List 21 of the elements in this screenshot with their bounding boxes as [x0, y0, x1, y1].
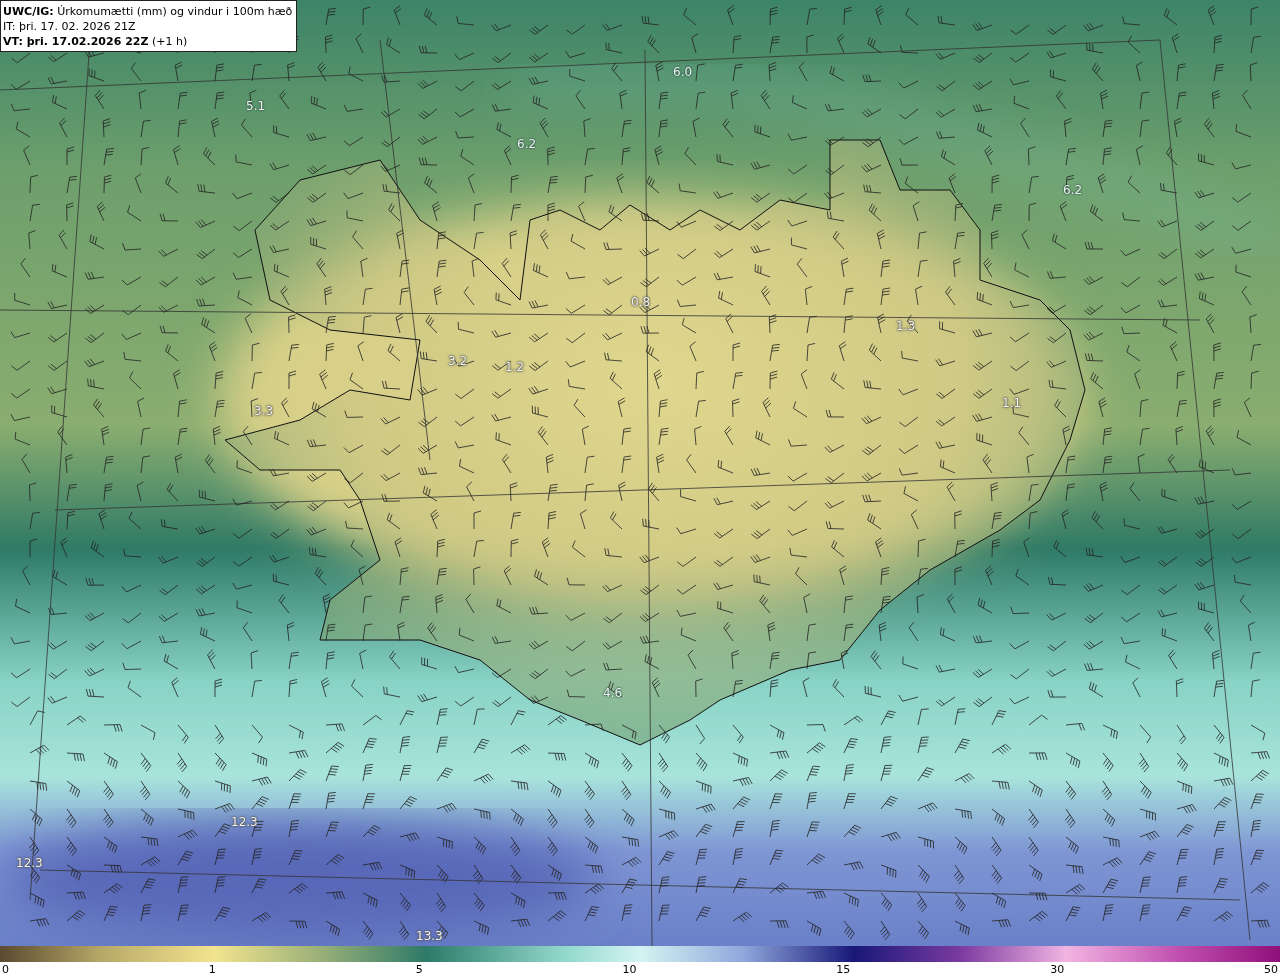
- contour-value-label: 6.0: [673, 65, 693, 79]
- contour-value-label: 6.2: [517, 137, 537, 151]
- contour-value-label: 6.2: [1063, 183, 1083, 197]
- colorbar-tick-label: 1: [208, 962, 216, 978]
- issue-time: IT: þri. 17. 02. 2026 21Z: [3, 19, 137, 34]
- colorbar-tick-label: 30: [1050, 962, 1065, 978]
- contour-value-label: 3.3: [254, 404, 274, 418]
- contour-value-label: 3.2: [448, 354, 468, 368]
- colorbar-tick-label: 15: [836, 962, 851, 978]
- valid-time: VT: þri. 17.02.2026 22Z (+1 h): [3, 34, 189, 49]
- contour-value-label: 1.1: [1002, 396, 1022, 410]
- map-title: UWC/IG: Úrkomumætti (mm) og vindur i 100m hæð: [3, 4, 293, 19]
- colorbar-tick-label: 5: [415, 962, 423, 978]
- contour-value-label: 5.1: [246, 99, 266, 113]
- contour-value-label: 13.3: [416, 929, 443, 943]
- contour-value-label: 1.3: [896, 319, 916, 333]
- colorbar-tick-label: 50: [1263, 962, 1278, 978]
- contour-value-label: 1.2: [505, 360, 525, 374]
- colorbar-tick-label: 10: [622, 962, 637, 978]
- colorbar-tick-label: 0: [2, 962, 9, 978]
- contour-value-label: 12.3: [231, 815, 258, 829]
